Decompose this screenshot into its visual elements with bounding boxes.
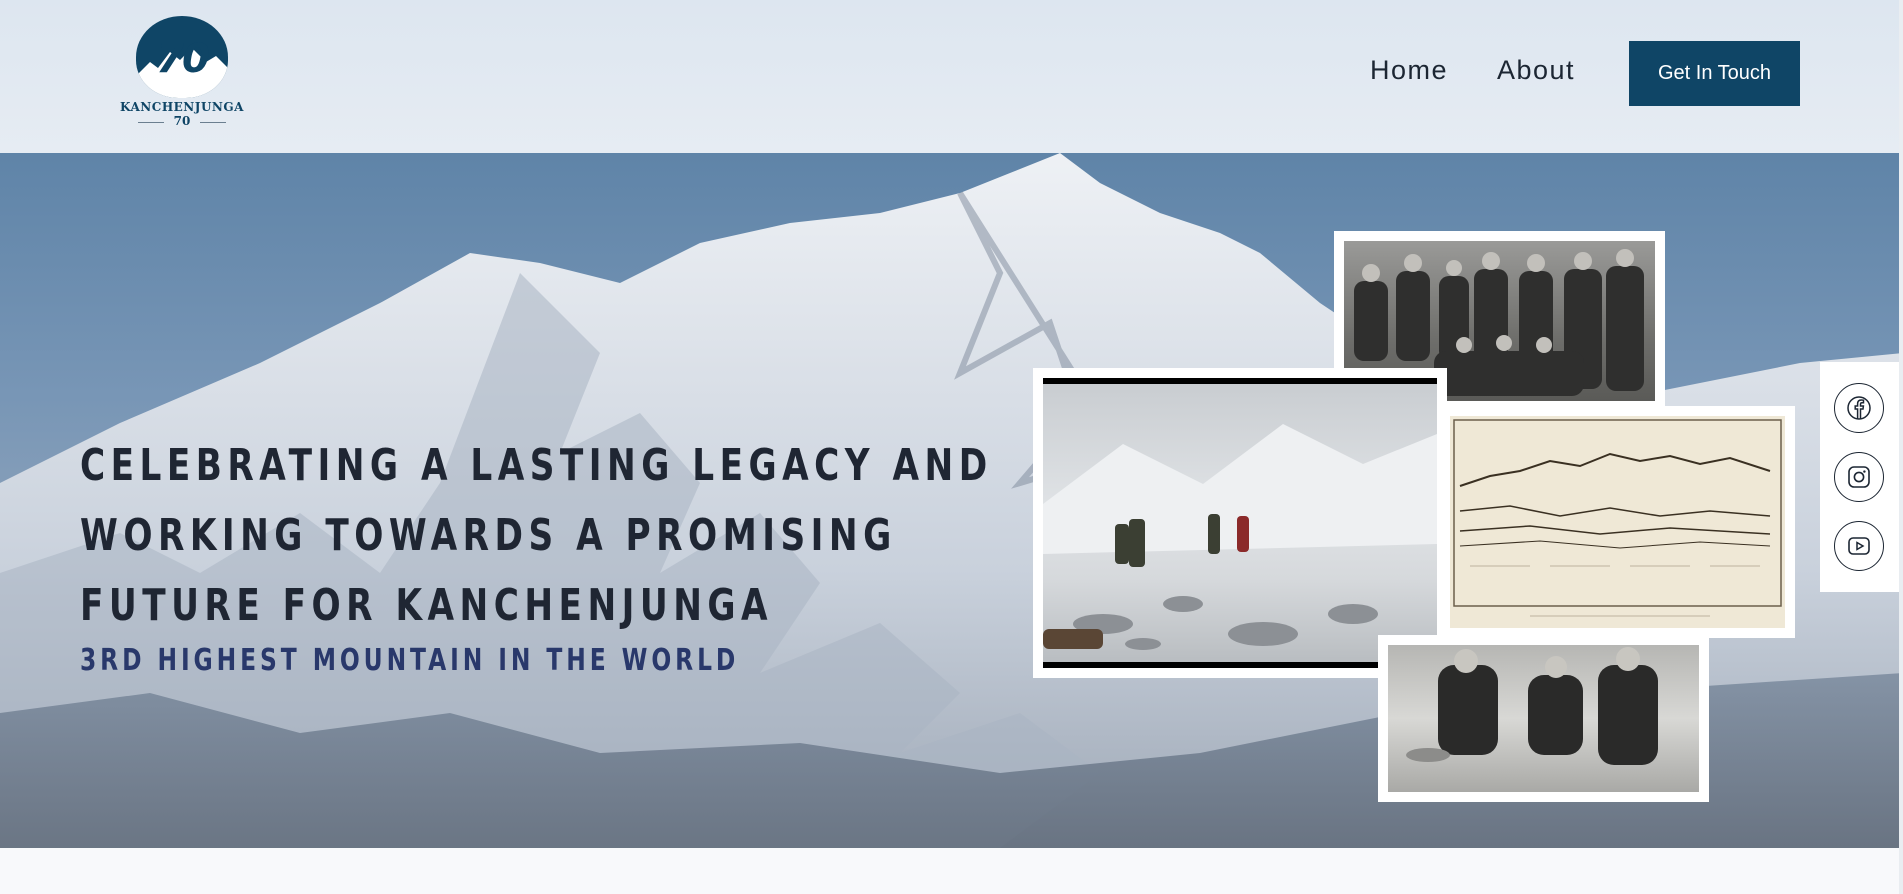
hero-subheadline: 3RD HIGHEST MOUNTAIN IN THE WORLD: [80, 643, 740, 678]
hero-headline: CELEBRATING A LASTING LEGACY AND WORKING…: [80, 431, 993, 641]
facebook-icon: [1847, 396, 1871, 420]
logo-rule-right: [200, 122, 226, 123]
climbers-resting-photo: [1378, 635, 1709, 802]
facebook-link[interactable]: [1834, 383, 1884, 433]
headline-line-1: CELEBRATING A LASTING LEGACY AND: [80, 440, 993, 491]
kanchenjunga-70-logo[interactable]: 70 KANCHENJUNGA 70: [118, 16, 246, 132]
youtube-link[interactable]: [1834, 521, 1884, 571]
trekkers-glacier-photo: [1033, 368, 1447, 678]
logo-wordmark: KANCHENJUNGA: [120, 100, 244, 114]
hero-section: CELEBRATING A LASTING LEGACY AND WORKING…: [0, 153, 1903, 848]
instagram-link[interactable]: [1834, 452, 1884, 502]
next-section-edge: [0, 848, 1903, 894]
get-in-touch-button[interactable]: Get In Touch: [1629, 41, 1800, 106]
social-links-bar: [1820, 362, 1903, 592]
logo-subtext: 70: [173, 114, 191, 128]
headline-line-2: WORKING TOWARDS A PROMISING: [80, 510, 897, 561]
youtube-icon: [1848, 537, 1870, 555]
page-scrollbar-edge[interactable]: [1899, 0, 1903, 894]
instagram-icon: [1848, 466, 1870, 488]
logo-emblem: 70: [136, 16, 228, 98]
nav-home-link[interactable]: Home: [1370, 55, 1448, 86]
logo-number: 70: [156, 36, 210, 82]
site-header: 70 KANCHENJUNGA 70 Home About Get In Tou…: [0, 0, 1903, 153]
headline-line-3: FUTURE FOR KANCHENJUNGA: [80, 580, 774, 631]
nav-about-link[interactable]: About: [1497, 55, 1575, 86]
range-panorama-sketch: [1440, 406, 1795, 638]
